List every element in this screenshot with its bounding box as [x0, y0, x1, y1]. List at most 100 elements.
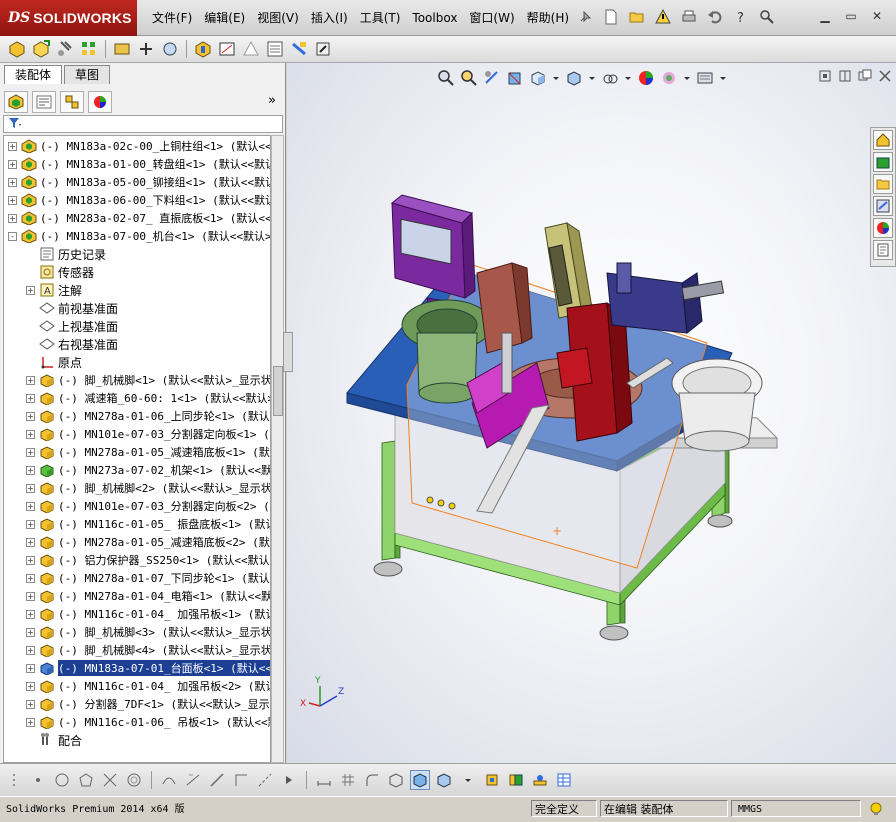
tree-expander[interactable]: +	[26, 519, 35, 529]
tree-expander[interactable]: +	[26, 681, 35, 691]
assembly-3d-model[interactable]: + Y Z X	[287, 63, 896, 763]
scrollbar-thumb[interactable]	[273, 366, 283, 416]
tree-expander[interactable]: +	[26, 645, 35, 655]
tree-expander[interactable]: +	[26, 429, 35, 439]
solidworks-logo[interactable]: DS SOLIDWORKS	[0, 0, 137, 36]
tree-component-row[interactable]: + (-) MN278a-01-07_下同步轮<1> (默认<<默	[4, 569, 270, 587]
edit-component-icon[interactable]	[6, 38, 28, 60]
bill-of-materials-icon[interactable]	[264, 38, 286, 60]
tree-component-row[interactable]: + (-) 脚_机械脚<4> (默认<<默认>_显示状	[4, 641, 270, 659]
centerline-icon[interactable]	[255, 770, 275, 790]
tree-component-row[interactable]: + (-) MN273a-07-02_机架<1> (默认<<默认>_	[4, 461, 270, 479]
dropdown-caret-icon[interactable]	[458, 770, 478, 790]
menu-item-2[interactable]: 视图(V)	[251, 9, 305, 27]
mirror-icon[interactable]	[183, 770, 203, 790]
tree-scrollbar[interactable]	[271, 135, 284, 763]
print-icon[interactable]	[678, 6, 700, 28]
tree-component-row[interactable]: + (-) MN183a-01-00_转盘组<1> (默认<<默认	[4, 155, 270, 173]
tree-expander[interactable]: +	[26, 627, 35, 637]
home-icon[interactable]	[873, 130, 893, 150]
tree-folder-item[interactable]: 前视基准面	[4, 299, 270, 317]
tree-expander[interactable]: +	[26, 663, 35, 673]
tree-component-row[interactable]: + (-) 脚_机械脚<3> (默认<<默认>_显示状	[4, 623, 270, 641]
panel-splitter[interactable]	[283, 332, 293, 372]
tree-expander[interactable]: +	[26, 483, 35, 493]
more-tabs-button[interactable]: »	[268, 93, 276, 108]
shaded-cube-icon[interactable]	[410, 770, 430, 790]
tree-component-row[interactable]: + (-) MN116c-01-04_ 加强吊板<2> (默认<<默	[4, 677, 270, 695]
tree-component-row[interactable]: + (-) MN278a-01-05_减速箱底板<2> (默认<<	[4, 533, 270, 551]
configuration-manager-icon[interactable]	[60, 91, 84, 113]
maximize-icon[interactable]: ▭	[840, 6, 862, 26]
tree-expander[interactable]: +	[26, 555, 35, 565]
spline-icon[interactable]	[159, 770, 179, 790]
tree-expander[interactable]: +	[26, 699, 35, 709]
tree-folder-item[interactable]: 传感器	[4, 263, 270, 281]
menu-item-4[interactable]: 工具(T)	[354, 9, 407, 27]
feature-manager-icon[interactable]	[4, 91, 28, 113]
appearances-icon[interactable]	[873, 218, 893, 238]
move-component-icon[interactable]	[135, 38, 157, 60]
tree-component-row[interactable]: + (-) MN183a-06-00_下料组<1> (默认<<默认	[4, 191, 270, 209]
file-explorer-icon[interactable]	[873, 174, 893, 194]
grid-icon[interactable]	[338, 770, 358, 790]
tree-component-row[interactable]: + (-) MN116c-01-05_ 振盘底板<1> (默认<<	[4, 515, 270, 533]
smart-fasteners-icon[interactable]	[111, 38, 133, 60]
tab-assembly[interactable]: 装配体	[4, 65, 63, 84]
menu-item-5[interactable]: Toolbox	[406, 9, 463, 27]
tree-expander[interactable]: +	[26, 411, 35, 421]
tree-component-row[interactable]: + (-) MN278a-01-05_减速箱底板<1> (默认<<	[4, 443, 270, 461]
tree-expander[interactable]: +	[8, 141, 17, 151]
sketch-fillet-icon[interactable]	[362, 770, 382, 790]
line-icon[interactable]	[207, 770, 227, 790]
mass-properties-icon[interactable]	[482, 770, 502, 790]
tree-component-row[interactable]: + (-) MN283a-02-07_ 直振底板<1> (默认<<默	[4, 209, 270, 227]
open-folder-icon[interactable]	[626, 6, 648, 28]
undo-icon[interactable]	[704, 6, 726, 28]
view-cube-icon[interactable]	[434, 770, 454, 790]
menu-item-6[interactable]: 窗口(W)	[463, 9, 520, 27]
instant3d-icon[interactable]	[312, 38, 334, 60]
tree-component-row[interactable]: + (-) MN183a-05-00_铆接组<1> (默认<<默认	[4, 173, 270, 191]
tree-expander[interactable]: +	[8, 213, 17, 223]
tree-expander[interactable]: +	[26, 609, 35, 619]
tree-component-row[interactable]: + (-) 脚_机械脚<1> (默认<<默认>_显示状	[4, 371, 270, 389]
property-manager-icon[interactable]	[32, 91, 56, 113]
tree-component-row[interactable]: + (-) 脚_机械脚<2> (默认<<默认>_显示状	[4, 479, 270, 497]
tree-expander[interactable]: +	[26, 285, 35, 295]
minimize-icon[interactable]: ▁	[814, 6, 836, 26]
filter-icon[interactable]	[8, 117, 22, 132]
custom-properties-icon[interactable]	[873, 240, 893, 260]
tree-component-row[interactable]: + (-) MN101e-07-03_分割器定向板<2> (默认	[4, 497, 270, 515]
tree-component-row[interactable]: + (-) MN183a-02c-00_上铜柱组<1> (默认<<默认	[4, 137, 270, 155]
tree-expander[interactable]: +	[26, 717, 35, 727]
warning-icon[interactable]	[652, 6, 674, 28]
tree-component-row[interactable]: + (-) MN278a-01-06_上同步轮<1> (默认<<默	[4, 407, 270, 425]
new-document-icon[interactable]	[600, 6, 622, 28]
assembly-features-icon[interactable]	[192, 38, 214, 60]
menu-item-1[interactable]: 编辑(E)	[198, 9, 251, 27]
tree-component-row[interactable]: + (-) 分割器_7DF<1> (默认<<默认>_显示状	[4, 695, 270, 713]
menu-item-3[interactable]: 插入(I)	[305, 9, 354, 27]
tree-folder-item[interactable]: 上视基准面	[4, 317, 270, 335]
tree-expander[interactable]: +	[26, 465, 35, 475]
tree-expander[interactable]: +	[26, 501, 35, 511]
scroll-arrow-icon[interactable]	[279, 770, 299, 790]
tree-expander[interactable]: +	[8, 195, 17, 205]
tree-component-row[interactable]: + (-) 减速箱_60-60: 1<1> (默认<<默认>_	[4, 389, 270, 407]
tree-folder-item[interactable]: + A 注解	[4, 281, 270, 299]
filter-bar[interactable]	[3, 115, 283, 133]
interference-icon[interactable]	[506, 770, 526, 790]
design-library-icon[interactable]	[873, 152, 893, 172]
menu-item-7[interactable]: 帮助(H)	[521, 9, 575, 27]
tree-component-row[interactable]: + (-) MN101e-07-03_分割器定向板<1> (默认	[4, 425, 270, 443]
point-icon[interactable]	[28, 770, 48, 790]
3d-sketch-icon[interactable]	[386, 770, 406, 790]
tree-expander[interactable]: +	[26, 375, 35, 385]
tree-expander[interactable]: +	[26, 393, 35, 403]
insert-components-icon[interactable]	[30, 38, 52, 60]
tree-component-row[interactable]: + (-) MN116c-01-04_ 加强吊板<1> (默认<<默	[4, 605, 270, 623]
search-icon[interactable]	[756, 6, 778, 28]
dimension-icon[interactable]	[314, 770, 334, 790]
trim-icon[interactable]	[100, 770, 120, 790]
